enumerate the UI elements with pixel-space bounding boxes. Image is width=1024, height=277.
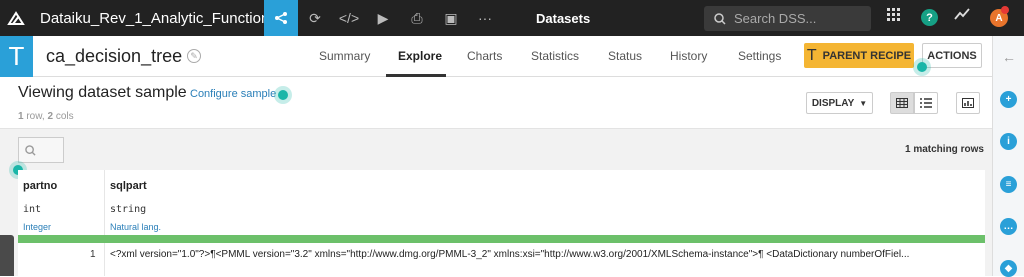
parent-recipe-button[interactable]: T PARENT RECIPE [804,43,914,68]
data-table [18,170,985,276]
info-icon[interactable]: i [1000,133,1017,150]
col-count: 2 [47,111,54,122]
tab-status[interactable]: Status [608,49,642,63]
row-count: 1 [18,111,24,122]
column-header-partno[interactable]: partno [23,180,57,192]
tab-statistics[interactable]: Statistics [531,49,579,63]
hint-dot[interactable] [278,90,288,100]
nav-icons: ⟳ </> ▶ ⎙ ▣ ··· [264,0,502,36]
dataset-header: T ca_decision_tree ✎ Summary Explore Cha… [0,36,992,77]
page-title: Viewing dataset sample [18,84,187,101]
column-storage-type[interactable]: int [23,204,41,215]
configure-sample-link[interactable]: Configure sample [190,88,276,100]
column-meaning[interactable]: Natural lang. [110,222,161,232]
hint-dot[interactable] [917,62,927,72]
code-icon[interactable]: </> [332,0,366,36]
column-header-sqlpart[interactable]: sqlpart [110,180,147,192]
dataset-type-icon: T [0,36,33,77]
run-icon[interactable]: ▶ [366,0,400,36]
list-icon [920,98,932,108]
search-icon [714,12,726,25]
apps-grid-icon[interactable] [887,8,901,26]
table-icon [896,98,908,108]
recipe-icon[interactable]: ⟳ [298,0,332,36]
search-icon [25,144,36,156]
scroll-handle[interactable] [0,235,14,276]
table-view-button[interactable] [890,92,914,114]
active-tab-indicator [386,74,446,77]
tab-settings[interactable]: Settings [738,49,781,63]
column-storage-type[interactable]: string [110,204,146,215]
display-dropdown[interactable]: DISPLAY ▼ [806,92,873,114]
dashboard-icon[interactable]: ▣ [434,0,468,36]
row-count-label: row, [26,111,45,122]
list-view-button[interactable] [914,92,938,114]
edit-icon[interactable]: ✎ [187,49,201,63]
search-input[interactable]: Search DSS... [704,6,871,31]
tab-explore[interactable]: Explore [398,49,442,63]
right-sidebar [992,36,1024,276]
dataiku-logo-icon[interactable] [0,0,32,36]
parent-recipe-label: PARENT RECIPE [822,49,912,62]
search-filter-input[interactable] [18,137,64,163]
recipe-letter-icon: T [806,46,817,64]
table-cell-sqlpart[interactable]: <?xml version="1.0"?>¶<PMML version="3.2… [110,249,985,260]
activity-icon[interactable] [954,7,970,25]
column-divider [104,170,105,276]
column-meaning[interactable]: Integer [23,222,51,232]
bar-chart-icon [962,98,974,108]
discussion-icon[interactable]: … [1000,218,1017,235]
more-icon[interactable]: ··· [468,0,502,36]
actions-button[interactable]: ACTIONS [922,43,982,68]
caret-down-icon: ▼ [859,98,868,108]
help-icon[interactable]: ? [921,9,938,26]
schema-icon[interactable]: ≡ [1000,176,1017,193]
col-count-label: cols [55,111,74,122]
flow-icon[interactable] [264,0,298,36]
print-icon[interactable]: ⎙ [400,0,434,36]
search-placeholder: Search DSS... [734,11,817,26]
row-number: 1 [90,249,96,260]
display-label: DISPLAY [811,97,855,109]
matching-rows-count: 1 matching rows [905,144,984,155]
chart-button[interactable] [956,92,980,114]
add-icon[interactable]: + [1000,91,1017,108]
arrow-left-icon[interactable]: ← [1002,49,1016,65]
notification-badge [1001,6,1009,14]
row-col-count: 1 row, 2 cols [18,111,74,122]
section-title[interactable]: Datasets [536,11,590,26]
tab-summary[interactable]: Summary [319,49,370,63]
lab-icon[interactable]: ◆ [1000,260,1017,277]
project-title[interactable]: Dataiku_Rev_1_Analytic_Functions [40,10,277,27]
tab-charts[interactable]: Charts [467,49,502,63]
dataset-name: ca_decision_tree [46,46,183,66]
tab-history[interactable]: History [670,49,707,63]
validity-bar [18,235,985,243]
